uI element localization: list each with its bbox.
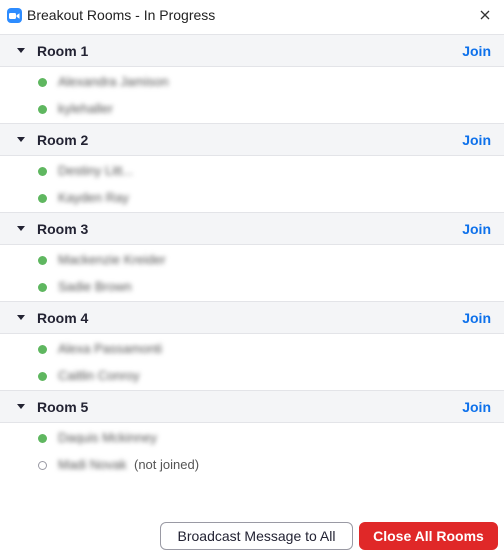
participant-list: Destiny Litt... Kayden Ray <box>0 156 504 212</box>
not-joined-status-icon <box>38 461 47 470</box>
room-group: Room 3 Join Mackenzie Kreider Sadie Brow… <box>0 212 504 301</box>
participant-name: Destiny Litt... <box>58 163 134 178</box>
joined-status-icon <box>38 283 47 292</box>
participant-name: Mackenzie Kreider <box>58 252 166 267</box>
participant-list: Alexa Passamonti Caitlin Conroy <box>0 334 504 390</box>
participant-list: Daquis Mckinney Madi Novak (not joined) <box>0 423 504 479</box>
join-room-button[interactable]: Join <box>462 221 491 237</box>
window-title: Breakout Rooms - In Progress <box>27 7 216 23</box>
join-room-button[interactable]: Join <box>462 132 491 148</box>
joined-status-icon <box>38 194 47 203</box>
participant-row: Alexandra Jamison <box>0 69 504 96</box>
participant-status: (not joined) <box>134 457 200 472</box>
participant-row: kylehaller <box>0 96 504 123</box>
room-header[interactable]: Room 2 Join <box>0 123 504 156</box>
participant-name: Sadie Brown <box>58 279 132 294</box>
participant-name: Daquis Mckinney <box>58 430 157 445</box>
caret-down-icon[interactable] <box>16 224 26 234</box>
participant-name: Kayden Ray <box>58 190 129 205</box>
participant-name: Alexa Passamonti <box>58 341 163 356</box>
joined-status-icon <box>38 167 47 176</box>
participant-row: Sadie Brown <box>0 274 504 301</box>
participant-list: Alexandra Jamison kylehaller <box>0 67 504 123</box>
room-group: Room 4 Join Alexa Passamonti Caitlin Con… <box>0 301 504 390</box>
room-name: Room 5 <box>37 399 89 415</box>
room-group: Room 5 Join Daquis Mckinney Madi Novak (… <box>0 390 504 479</box>
room-header[interactable]: Room 1 Join <box>0 34 504 67</box>
room-name: Room 2 <box>37 132 89 148</box>
room-list: Room 1 Join Alexandra Jamison kylehaller <box>0 34 504 479</box>
close-icon[interactable] <box>474 4 496 26</box>
room-name: Room 3 <box>37 221 89 237</box>
participant-row: Destiny Litt... <box>0 158 504 185</box>
room-group: Room 2 Join Destiny Litt... Kayden Ray <box>0 123 504 212</box>
joined-status-icon <box>38 105 47 114</box>
join-room-button[interactable]: Join <box>462 43 491 59</box>
room-name: Room 1 <box>37 43 89 59</box>
joined-status-icon <box>38 434 47 443</box>
participant-row: Madi Novak (not joined) <box>0 452 504 479</box>
participant-row: Caitlin Conroy <box>0 363 504 390</box>
joined-status-icon <box>38 372 47 381</box>
joined-status-icon <box>38 256 47 265</box>
join-room-button[interactable]: Join <box>462 310 491 326</box>
breakout-rooms-window: Breakout Rooms - In Progress Room 1 Join… <box>0 0 504 557</box>
room-group: Room 1 Join Alexandra Jamison kylehaller <box>0 34 504 123</box>
room-header[interactable]: Room 3 Join <box>0 212 504 245</box>
participant-row: Kayden Ray <box>0 185 504 212</box>
joined-status-icon <box>38 345 47 354</box>
joined-status-icon <box>38 78 47 87</box>
participant-row: Daquis Mckinney <box>0 425 504 452</box>
join-room-button[interactable]: Join <box>462 399 491 415</box>
participant-name: kylehaller <box>58 101 113 116</box>
caret-down-icon[interactable] <box>16 46 26 56</box>
caret-down-icon[interactable] <box>16 402 26 412</box>
room-header[interactable]: Room 4 Join <box>0 301 504 334</box>
title-bar: Breakout Rooms - In Progress <box>0 0 504 32</box>
caret-down-icon[interactable] <box>16 313 26 323</box>
zoom-logo-icon <box>7 8 22 23</box>
close-all-rooms-button[interactable]: Close All Rooms <box>359 522 498 550</box>
room-name: Room 4 <box>37 310 89 326</box>
participant-row: Mackenzie Kreider <box>0 247 504 274</box>
participant-row: Alexa Passamonti <box>0 336 504 363</box>
room-header[interactable]: Room 5 Join <box>0 390 504 423</box>
participant-list: Mackenzie Kreider Sadie Brown <box>0 245 504 301</box>
participant-name: Caitlin Conroy <box>58 368 140 383</box>
caret-down-icon[interactable] <box>16 135 26 145</box>
participant-name: Madi Novak <box>58 457 127 472</box>
broadcast-message-button[interactable]: Broadcast Message to All <box>160 522 353 550</box>
participant-name: Alexandra Jamison <box>58 74 169 89</box>
